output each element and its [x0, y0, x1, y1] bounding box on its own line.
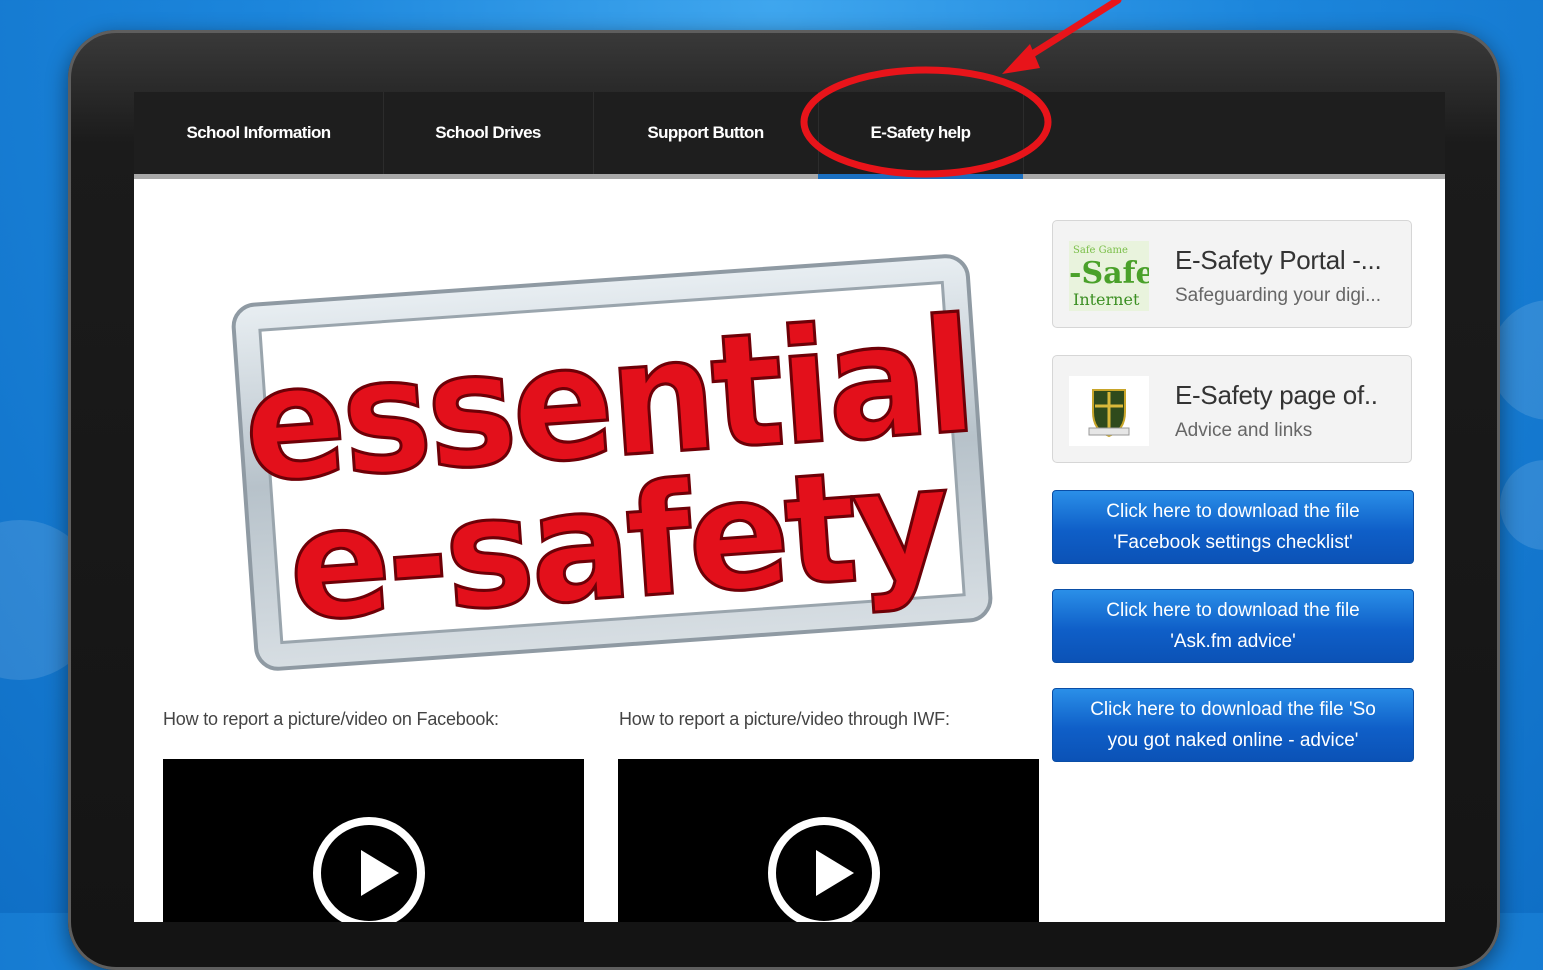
button-line: Click here to download the file [1106, 600, 1360, 621]
button-line: Click here to download the file 'So [1090, 699, 1376, 720]
download-naked-online-advice-button[interactable]: Click here to download the file 'So you … [1052, 688, 1414, 762]
e-safety-page-card[interactable]: E-Safety page of.. Advice and links [1052, 355, 1412, 463]
card-title: E-Safety Portal -... [1175, 245, 1382, 275]
button-line: 'Ask.fm advice' [1170, 631, 1296, 652]
card-subtitle: Advice and links [1175, 420, 1313, 441]
button-line: 'Facebook settings checklist' [1113, 532, 1353, 553]
nav-school-information[interactable]: School Information [134, 92, 384, 174]
top-navigation: School Information School Drives Support… [134, 92, 1445, 179]
download-askfm-advice-button[interactable]: Click here to download the file 'Ask.fm … [1052, 589, 1414, 663]
nav-label: School Drives [435, 123, 541, 142]
video-player-facebook[interactable] [163, 759, 584, 922]
nav-label: Support Button [647, 123, 764, 142]
thumb-text-safety: -Safet [1069, 256, 1149, 291]
nav-school-drives[interactable]: School Drives [383, 92, 594, 174]
safety-internet-thumbnail: Safe Game -Safet Internet [1069, 241, 1149, 311]
essential-e-safety-sign: essential e-safety [231, 254, 993, 671]
button-line: you got naked online - advice' [1107, 730, 1359, 751]
nav-label: E-Safety help [870, 123, 972, 142]
play-icon[interactable] [768, 817, 880, 922]
video-caption-facebook: How to report a picture/video on Faceboo… [163, 709, 499, 729]
download-facebook-checklist-button[interactable]: Click here to download the file 'Faceboo… [1052, 490, 1414, 564]
play-icon[interactable] [313, 817, 425, 922]
svg-text:Safe Game: Safe Game [1073, 245, 1128, 256]
e-safety-portal-card[interactable]: Safe Game -Safet Internet E-Safety Porta… [1052, 220, 1412, 328]
background-bokeh [1500, 460, 1543, 550]
nav-e-safety-help[interactable]: E-Safety help [818, 92, 1024, 179]
thumb-text-internet: Internet [1073, 290, 1140, 309]
button-line: Click here to download the file [1106, 501, 1360, 522]
nav-support-button[interactable]: Support Button [593, 92, 819, 174]
browser-screen: School Information School Drives Support… [134, 92, 1445, 922]
nav-label: School Information [186, 123, 331, 142]
card-subtitle: Safeguarding your digi... [1175, 285, 1381, 306]
video-caption-iwf: How to report a picture/video through IW… [619, 709, 950, 729]
school-crest-icon [1069, 376, 1149, 446]
card-title: E-Safety page of.. [1175, 380, 1378, 410]
video-player-iwf[interactable] [618, 759, 1039, 922]
